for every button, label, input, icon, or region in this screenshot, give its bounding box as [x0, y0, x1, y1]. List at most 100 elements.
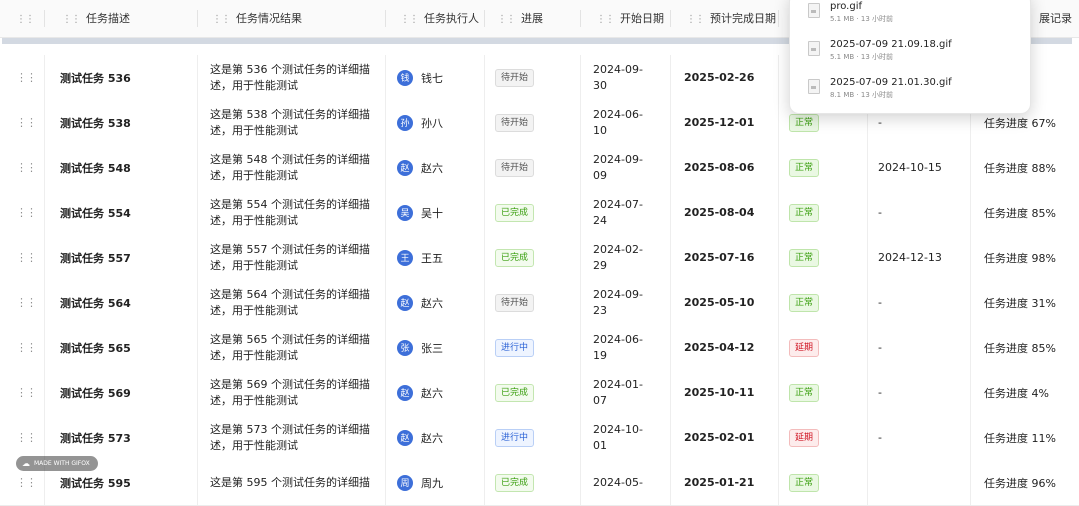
file-icon	[808, 79, 820, 94]
drag-handle-icon: ⋮⋮	[16, 71, 37, 84]
file-name: 2025-07-09 21.09.18.gif	[830, 39, 952, 50]
table-row[interactable]: ⋮⋮ 测试任务 595 这是第 595 个测试任务的详细描 周周九 已完成 20…	[0, 460, 1079, 506]
table-row[interactable]: ⋮⋮ 测试任务 565 这是第 565 个测试任务的详细描 述，用于性能测试 张张…	[0, 325, 1079, 371]
download-item[interactable]: 2025-07-09 21.01.30.gif 8.1 MB · 13 小时前	[808, 77, 952, 100]
status-badge: 待开始	[495, 293, 535, 312]
start-date-cell: 2024-05-	[593, 475, 643, 489]
row-drag-handle[interactable]: ⋮⋮	[16, 370, 37, 415]
risk-badge: 正常	[789, 473, 820, 492]
header-task-desc[interactable]: ⋮⋮ 任务描述	[62, 0, 130, 37]
header-record[interactable]: 展记录	[1039, 0, 1072, 37]
table-row[interactable]: ⋮⋮ 测试任务 548 这是第 548 个测试任务的详细描 述，用于性能测试 赵赵…	[0, 145, 1079, 191]
header-due-date[interactable]: ⋮⋮ 预计完成日期	[686, 0, 776, 37]
header-start-date[interactable]: ⋮⋮ 开始日期	[596, 0, 664, 37]
due-date-cell: 2025-12-01	[684, 116, 755, 129]
avatar: 赵	[397, 384, 413, 401]
actual-date-cell: -	[878, 206, 882, 219]
table-row[interactable]: ⋮⋮ 测试任务 573 这是第 573 个测试任务的详细描 述，用于性能测试 赵赵…	[0, 415, 1079, 461]
task-name-cell: 测试任务 554	[60, 206, 131, 220]
header-assignee[interactable]: ⋮⋮ 任务执行人	[400, 0, 479, 37]
table-row[interactable]: ⋮⋮ 测试任务 557 这是第 557 个测试任务的详细描 述，用于性能测试 王王…	[0, 235, 1079, 281]
start-date-cell: 2024-01- 07	[593, 377, 643, 407]
record-cell: 任务进度 4%	[984, 386, 1049, 400]
risk-badge: 正常	[789, 113, 820, 132]
start-date-cell: 2024-09- 09	[593, 152, 643, 182]
table-row[interactable]: ⋮⋮ 测试任务 564 这是第 564 个测试任务的详细描 述，用于性能测试 赵赵…	[0, 280, 1079, 326]
record-cell: 任务进度 96%	[984, 476, 1056, 490]
status-cell: 进行中	[495, 325, 535, 370]
row-drag-handle[interactable]: ⋮⋮	[16, 415, 37, 460]
avatar: 赵	[397, 429, 413, 446]
drag-handle-icon: ⋮⋮	[400, 14, 419, 25]
actual-date-cell: -	[878, 386, 882, 399]
risk-badge: 正常	[789, 158, 820, 177]
drag-handle-icon: ⋮⋮	[16, 116, 37, 129]
assignee-cell: 孙孙八	[397, 100, 443, 145]
status-badge: 待开始	[495, 113, 535, 132]
file-name: pro.gif	[830, 1, 863, 12]
risk-cell: 正常	[789, 190, 820, 235]
task-result-cell: 这是第 595 个测试任务的详细描	[210, 475, 370, 489]
status-cell: 进行中	[495, 415, 535, 460]
task-name-cell: 测试任务 565	[60, 341, 131, 355]
due-date-cell: 2025-08-06	[684, 161, 755, 174]
task-result-cell: 这是第 554 个测试任务的详细描 述，用于性能测试	[210, 197, 370, 227]
due-date-cell: 2025-01-21	[684, 476, 755, 489]
status-cell: 已完成	[495, 190, 535, 235]
status-badge: 待开始	[495, 68, 535, 87]
file-icon	[808, 41, 820, 56]
task-result-cell: 这是第 565 个测试任务的详细描 述，用于性能测试	[210, 332, 370, 362]
due-date-cell: 2025-02-26	[684, 71, 755, 84]
download-item[interactable]: 2025-07-09 21.09.18.gif 5.1 MB · 13 小时前	[808, 39, 952, 62]
header-result[interactable]: ⋮⋮ 任务情况结果	[212, 0, 302, 37]
risk-badge: 延期	[789, 338, 820, 357]
table-row[interactable]: ⋮⋮ 测试任务 554 这是第 554 个测试任务的详细描 述，用于性能测试 吴吴…	[0, 190, 1079, 236]
task-name-cell: 测试任务 538	[60, 116, 131, 130]
assignee-cell: 赵赵六	[397, 370, 443, 415]
drag-handle-icon: ⋮⋮	[16, 341, 37, 354]
file-meta: 5.1 MB · 13 小时前	[830, 53, 894, 61]
row-drag-handle[interactable]: ⋮⋮	[16, 235, 37, 280]
risk-cell: 正常	[789, 460, 820, 505]
task-result-cell: 这是第 564 个测试任务的详细描 述，用于性能测试	[210, 287, 370, 317]
drag-handle-icon: ⋮⋮	[686, 14, 705, 25]
avatar: 赵	[397, 294, 413, 311]
drag-handle-icon: ⋮⋮	[62, 14, 81, 25]
record-cell: 任务进度 98%	[984, 251, 1056, 265]
row-drag-handle[interactable]: ⋮⋮	[16, 55, 37, 100]
drag-handle-icon: ⋮⋮	[16, 206, 37, 219]
gifox-watermark: ☁ MADE WITH GIFOX	[16, 456, 98, 471]
row-drag-handle[interactable]: ⋮⋮	[16, 280, 37, 325]
actual-date-cell: -	[878, 431, 882, 444]
download-item[interactable]: pro.gif 5.1 MB · 13 小时前	[808, 1, 893, 24]
file-name: 2025-07-09 21.01.30.gif	[830, 77, 952, 88]
status-badge: 待开始	[495, 158, 535, 177]
row-drag-handle[interactable]: ⋮⋮	[16, 145, 37, 190]
drag-handle-icon: ⋮⋮	[16, 251, 37, 264]
record-cell: 任务进度 88%	[984, 161, 1056, 175]
avatar: 钱	[397, 69, 413, 86]
assignee-cell: 赵赵六	[397, 280, 443, 325]
drag-handle-icon: ⋮⋮	[16, 386, 37, 399]
drag-handle-icon: ⋮⋮	[596, 14, 615, 25]
avatar: 王	[397, 249, 413, 266]
risk-badge: 正常	[789, 383, 820, 402]
drag-handle-icon: ⋮⋮	[16, 476, 37, 489]
row-drag-handle[interactable]: ⋮⋮	[16, 100, 37, 145]
file-icon	[808, 3, 820, 18]
drag-handle-icon: ⋮⋮	[212, 14, 231, 25]
due-date-cell: 2025-10-11	[684, 386, 755, 399]
row-drag-handle[interactable]: ⋮⋮	[16, 325, 37, 370]
due-date-cell: 2025-02-01	[684, 431, 755, 444]
status-cell: 待开始	[495, 145, 535, 190]
risk-cell: 延期	[789, 325, 820, 370]
risk-badge: 延期	[789, 428, 820, 447]
row-drag-handle[interactable]: ⋮⋮	[16, 190, 37, 235]
header-progress[interactable]: ⋮⋮ 进展	[497, 0, 543, 37]
start-date-cell: 2024-06- 10	[593, 107, 643, 137]
status-cell: 待开始	[495, 280, 535, 325]
due-date-cell: 2025-04-12	[684, 341, 755, 354]
table-row[interactable]: ⋮⋮ 测试任务 569 这是第 569 个测试任务的详细描 述，用于性能测试 赵赵…	[0, 370, 1079, 416]
task-result-cell: 这是第 557 个测试任务的详细描 述，用于性能测试	[210, 242, 370, 272]
assignee-cell: 王王五	[397, 235, 443, 280]
